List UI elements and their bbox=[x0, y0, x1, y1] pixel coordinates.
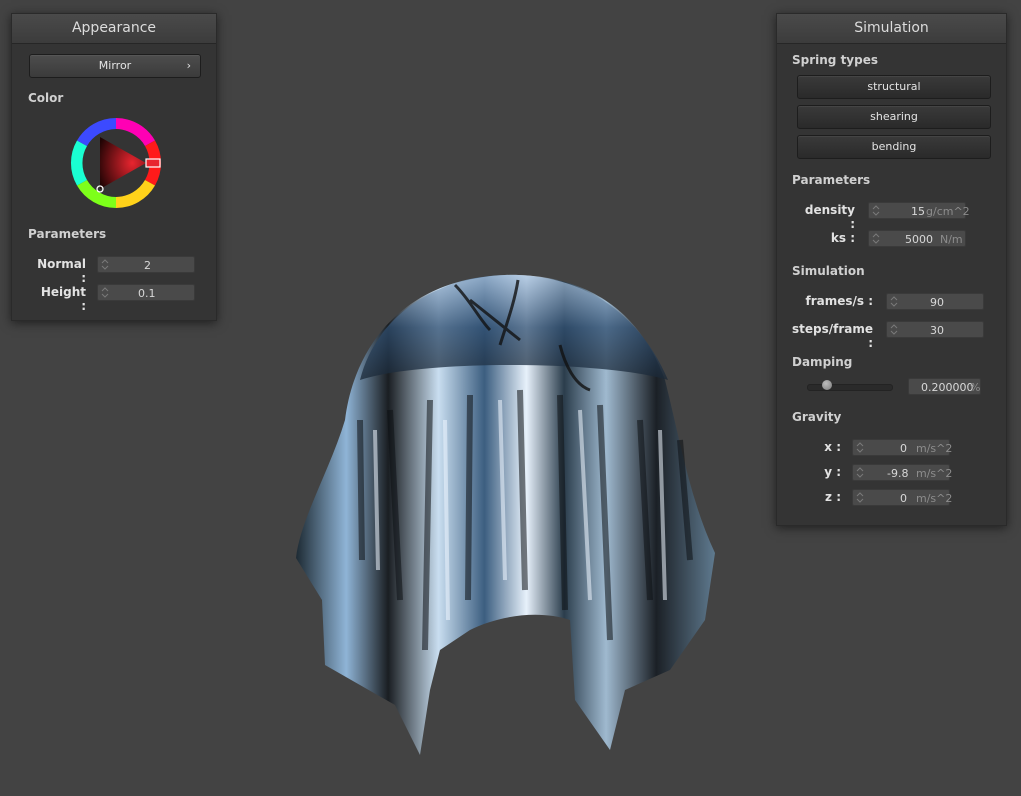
spinner-arrows-icon[interactable] bbox=[101, 258, 109, 271]
gravity-label: Gravity bbox=[792, 410, 842, 424]
spinner-arrows-icon[interactable] bbox=[890, 323, 898, 336]
ks-unit: N/m bbox=[940, 233, 963, 246]
ks-value: 5000 bbox=[905, 233, 933, 246]
gravity-z-input[interactable]: 0 m/s^2 bbox=[852, 489, 953, 506]
damping-label: Damping bbox=[792, 355, 853, 369]
gravity-y-label: y : bbox=[824, 465, 841, 479]
shearing-toggle[interactable]: shearing bbox=[797, 105, 991, 129]
density-input[interactable]: 15 g/cm^2 bbox=[868, 202, 970, 219]
steps-value: 30 bbox=[930, 324, 944, 337]
gravity-z-unit: m/s^2 bbox=[916, 492, 953, 505]
color-wheel[interactable] bbox=[69, 116, 169, 210]
damping-input[interactable]: 0.200000 % bbox=[908, 378, 981, 395]
spinner-arrows-icon[interactable] bbox=[856, 441, 864, 454]
density-label: density : bbox=[804, 203, 855, 231]
fps-value: 90 bbox=[930, 296, 944, 309]
damping-slider[interactable] bbox=[807, 384, 893, 391]
gravity-z-value: 0 bbox=[900, 492, 907, 505]
appearance-panel: Appearance Mirror › Color Parameters Nor… bbox=[11, 13, 217, 321]
spinner-arrows-icon[interactable] bbox=[856, 466, 864, 479]
normal-label: Normal : bbox=[37, 257, 86, 285]
simulation-panel-title: Simulation bbox=[777, 14, 1006, 44]
gravity-z-label: z : bbox=[825, 490, 841, 504]
gravity-y-input[interactable]: -9.8 m/s^2 bbox=[852, 464, 953, 481]
damping-unit: % bbox=[970, 381, 981, 394]
shader-select-button[interactable]: Mirror › bbox=[29, 54, 201, 78]
simulation-section-label: Simulation bbox=[792, 264, 865, 278]
height-input[interactable]: 0.1 bbox=[97, 284, 195, 301]
gravity-y-value: -9.8 bbox=[887, 467, 909, 480]
spinner-arrows-icon[interactable] bbox=[856, 491, 864, 504]
chevron-right-icon: › bbox=[186, 59, 191, 72]
gravity-x-unit: m/s^2 bbox=[916, 442, 953, 455]
density-value: 15 bbox=[911, 205, 925, 218]
gravity-y-unit: m/s^2 bbox=[916, 467, 953, 480]
density-unit: g/cm^2 bbox=[926, 205, 970, 218]
damping-slider-knob[interactable] bbox=[821, 380, 832, 390]
normal-input[interactable]: 2 bbox=[97, 256, 195, 273]
gravity-x-input[interactable]: 0 m/s^2 bbox=[852, 439, 953, 456]
steps-input[interactable]: 30 bbox=[886, 321, 984, 338]
damping-value: 0.200000 bbox=[921, 381, 974, 394]
mirror-cloth bbox=[296, 274, 715, 755]
appearance-parameters-label: Parameters bbox=[28, 227, 107, 241]
spinner-arrows-icon[interactable] bbox=[872, 204, 880, 217]
steps-label: steps/frame : bbox=[791, 322, 873, 350]
spring-types-label: Spring types bbox=[792, 53, 879, 67]
height-label: Height : bbox=[40, 285, 86, 313]
height-value: 0.1 bbox=[138, 287, 156, 300]
spinner-arrows-icon[interactable] bbox=[890, 295, 898, 308]
spinner-arrows-icon[interactable] bbox=[101, 286, 109, 299]
ks-input[interactable]: 5000 N/m bbox=[868, 230, 966, 247]
bending-toggle[interactable]: bending bbox=[797, 135, 991, 159]
sim-parameters-label: Parameters bbox=[792, 173, 871, 187]
structural-toggle[interactable]: structural bbox=[797, 75, 991, 99]
simulation-panel: Simulation Spring types structural shear… bbox=[776, 13, 1007, 526]
gravity-x-value: 0 bbox=[900, 442, 907, 455]
color-section-label: Color bbox=[28, 91, 64, 105]
ks-label: ks : bbox=[830, 231, 855, 245]
gravity-x-label: x : bbox=[824, 440, 841, 454]
fps-label: frames/s : bbox=[805, 294, 873, 308]
spinner-arrows-icon[interactable] bbox=[872, 232, 880, 245]
shader-select-label: Mirror bbox=[98, 59, 132, 72]
appearance-panel-title: Appearance bbox=[12, 14, 216, 44]
normal-value: 2 bbox=[144, 259, 151, 272]
fps-input[interactable]: 90 bbox=[886, 293, 984, 310]
